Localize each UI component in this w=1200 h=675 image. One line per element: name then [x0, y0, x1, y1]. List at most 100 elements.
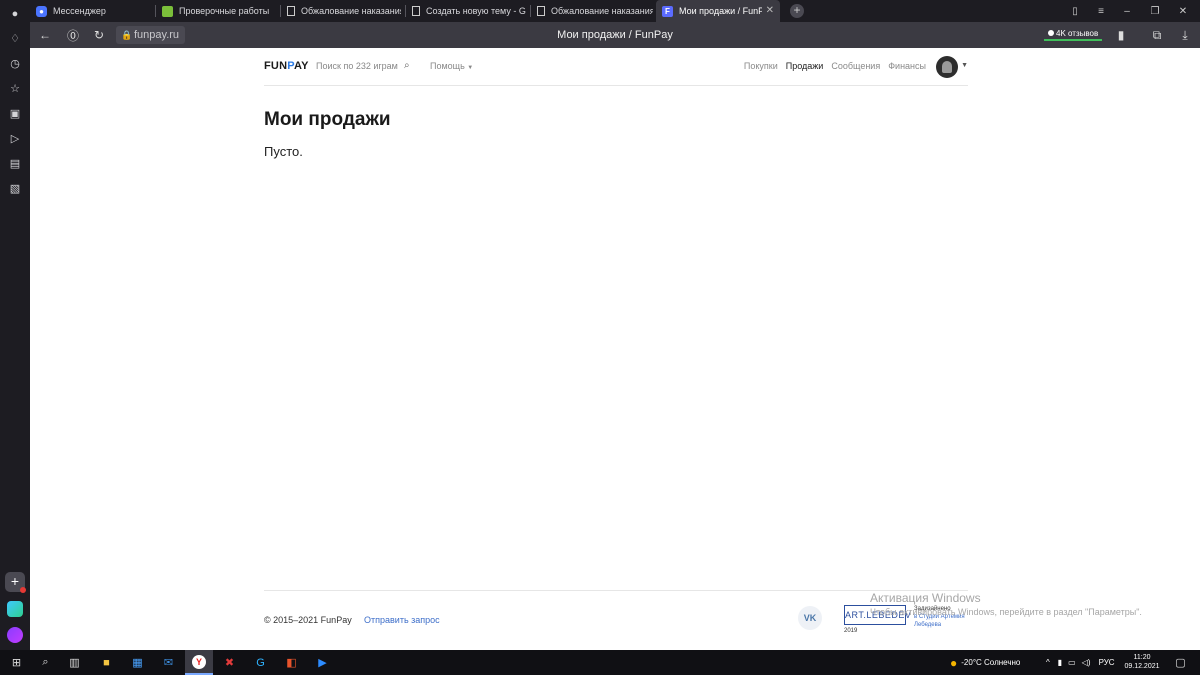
book-icon: [162, 5, 173, 17]
star-icon[interactable]: ☆: [7, 80, 23, 96]
send-request-link[interactable]: Отправить запрос: [364, 615, 440, 625]
logitech-icon[interactable]: G: [252, 654, 269, 671]
translate-icon[interactable]: ⧉: [1148, 26, 1166, 44]
bell-icon[interactable]: ♢: [7, 30, 23, 46]
notifications-icon[interactable]: ▢: [1172, 654, 1189, 671]
nav-purchases[interactable]: Покупки: [744, 61, 778, 71]
logo-part: P: [287, 60, 294, 72]
page-icon: [287, 6, 295, 16]
close-tab-icon[interactable]: ✕: [766, 5, 774, 16]
tab-new-topic[interactable]: Создать новую тему - GTA: [406, 0, 526, 22]
tab-checks[interactable]: Проверочные работы: [156, 0, 280, 22]
nav-finances[interactable]: Финансы: [888, 61, 926, 71]
browser-tab-bar: ● Мессенджер Проверочные работы Обжалова…: [0, 0, 1200, 22]
empty-state-text: Пусто.: [264, 144, 303, 159]
volume-icon[interactable]: ◁): [1082, 658, 1091, 667]
web-page: FUNPAY Поиск по 232 играм ⌕ Помощь ▼ Пок…: [30, 48, 1200, 650]
page-title: Мои продажи / FunPay: [557, 29, 673, 41]
app-icon[interactable]: [7, 601, 23, 617]
yandex-browser-icon[interactable]: Y: [185, 650, 213, 675]
sun-icon: ●: [950, 655, 958, 670]
time: 11:20: [1133, 654, 1151, 661]
history-icon[interactable]: ◷: [7, 55, 23, 71]
add-panel-button[interactable]: +: [5, 572, 26, 593]
profile-icon[interactable]: ●: [7, 6, 23, 22]
protect-icon[interactable]: ⓪: [64, 26, 82, 44]
logo-part: AY: [293, 60, 309, 72]
tab-label: Обжалование наказания: [301, 6, 401, 16]
reviews-badge[interactable]: 4K отзывов: [1044, 27, 1103, 41]
url-field[interactable]: 🔒 funpay.ru: [116, 26, 186, 44]
file-explorer-icon[interactable]: ■: [98, 654, 115, 671]
windows-start-icon[interactable]: ⊞: [8, 654, 25, 671]
reviews-label: 4K отзывов: [1056, 29, 1099, 38]
funpay-icon: F: [662, 5, 673, 17]
weather[interactable]: ● -20°C Солнечно: [950, 650, 1020, 675]
download-icon[interactable]: ⤓: [1176, 26, 1194, 44]
vk-icon[interactable]: VK: [798, 606, 822, 630]
designed-link[interactable]: Лебедева: [914, 621, 984, 629]
nav-messages[interactable]: Сообщения: [831, 61, 880, 71]
tab-messenger[interactable]: ● Мессенджер: [30, 0, 150, 22]
help-label: Помощь: [430, 61, 465, 71]
mail-icon[interactable]: ✉: [160, 654, 177, 671]
top-nav: Покупки Продажи Сообщения Финансы: [744, 61, 926, 71]
weather-text: -20°C Солнечно: [961, 658, 1021, 667]
avatar[interactable]: [936, 56, 958, 78]
caret-down-icon: ▼: [467, 65, 474, 71]
office-icon[interactable]: ◧: [283, 654, 300, 671]
alice-icon[interactable]: [7, 627, 23, 643]
lock-icon: 🔒: [121, 30, 133, 40]
tab-label: Обжалование наказания: [551, 6, 653, 16]
store-icon[interactable]: ▦: [129, 654, 146, 671]
page-icon: [412, 6, 420, 16]
back-icon[interactable]: ←: [36, 26, 54, 44]
page-heading: Мои продажи: [264, 109, 391, 130]
screenshot-icon[interactable]: ▧: [7, 180, 23, 196]
reload-icon[interactable]: ↻: [90, 26, 108, 44]
tab-appeal-1[interactable]: Обжалование наказания: [281, 0, 401, 22]
url-text: funpay.ru: [134, 29, 180, 41]
game-icon[interactable]: ✖: [221, 654, 238, 671]
notes-icon[interactable]: ▤: [7, 155, 23, 171]
clock[interactable]: 11:20 09.12.2021: [1122, 653, 1162, 671]
network-icon[interactable]: ▭: [1068, 658, 1076, 667]
task-view-icon[interactable]: ▥: [66, 654, 83, 671]
collections-icon[interactable]: ▣: [7, 105, 23, 121]
menu-icon[interactable]: ≡: [1088, 0, 1114, 22]
play-icon[interactable]: ▷: [7, 130, 23, 146]
language-indicator[interactable]: РУС: [1099, 658, 1115, 667]
browser-sidebar: ● ♢ ◷ ☆ ▣ ▷ ▤ ▧ +: [0, 8, 30, 650]
collections-icon[interactable]: ▯: [1062, 0, 1088, 22]
search-icon[interactable]: ⌕: [404, 60, 410, 71]
minimize-icon[interactable]: –: [1114, 0, 1140, 22]
windows-activation-title: Активация Windows: [870, 591, 981, 605]
tab-label: Создать новую тему - GTA: [426, 6, 526, 16]
date: 09.12.2021: [1124, 663, 1160, 670]
nav-sales[interactable]: Продажи: [786, 61, 824, 71]
design-year: 2019: [844, 628, 858, 634]
chevron-up-icon[interactable]: ^: [1046, 658, 1050, 667]
mic-icon[interactable]: ▮: [1058, 658, 1062, 667]
funpay-logo[interactable]: FUNPAY: [264, 60, 309, 72]
restore-icon[interactable]: ❐: [1142, 0, 1168, 22]
help-dropdown[interactable]: Помощь ▼: [430, 61, 473, 71]
search-icon[interactable]: ⌕: [37, 654, 54, 671]
tab-funpay[interactable]: F Мои продажи / FunPay ✕: [656, 0, 780, 22]
tab-label: Мои продажи / FunPay: [679, 6, 762, 16]
copyright: © 2015–2021 FunPay: [264, 615, 352, 625]
close-window-icon[interactable]: ✕: [1170, 0, 1196, 22]
zoom-icon[interactable]: ▶: [314, 654, 331, 671]
bookmark-icon[interactable]: ▮: [1112, 26, 1130, 44]
notification-dot: [20, 587, 26, 593]
logo-part: FUN: [264, 60, 288, 72]
new-tab-button[interactable]: +: [790, 4, 804, 18]
chat-icon: [1048, 30, 1054, 36]
tab-appeal-2[interactable]: Обжалование наказания: [531, 0, 653, 22]
site-header: FUNPAY Поиск по 232 играм ⌕ Помощь ▼ Пок…: [264, 48, 968, 86]
tray-icons: ^ ▮ ▭ ◁) РУС: [1046, 650, 1115, 675]
page-icon: [537, 6, 545, 16]
caret-down-icon[interactable]: ▼: [961, 62, 968, 69]
search-input[interactable]: Поиск по 232 играм: [316, 61, 398, 71]
windows-activation-text: Чтобы активировать Windows, перейдите в …: [870, 607, 1142, 617]
